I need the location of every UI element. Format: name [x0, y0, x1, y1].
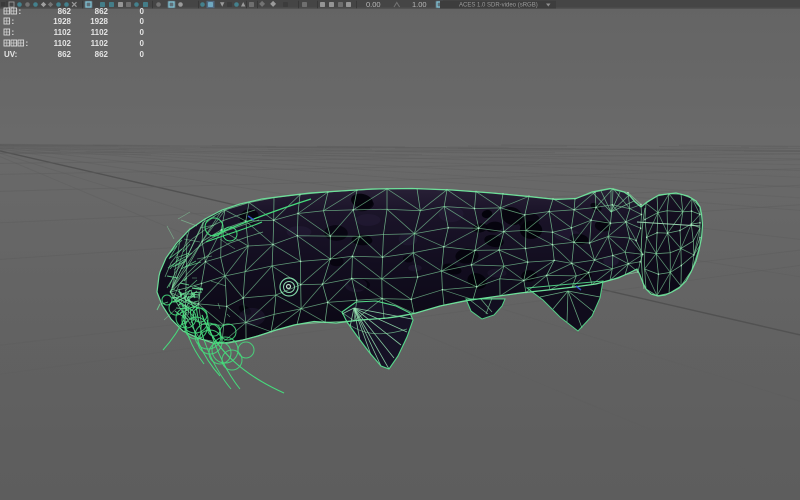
svg-text:862: 862 — [58, 7, 72, 16]
svg-text:0: 0 — [140, 17, 145, 26]
svg-text:862: 862 — [58, 50, 72, 59]
svg-text:1102: 1102 — [54, 28, 72, 37]
svg-text:0.00: 0.00 — [366, 0, 381, 9]
svg-text::: : — [19, 7, 22, 16]
svg-text:1102: 1102 — [91, 39, 109, 48]
svg-text:0: 0 — [140, 50, 145, 59]
svg-text:1928: 1928 — [90, 17, 108, 26]
svg-text:1.00: 1.00 — [412, 0, 427, 9]
svg-text:1102: 1102 — [54, 39, 72, 48]
svg-text:UV:: UV: — [4, 50, 17, 59]
svg-text:0: 0 — [140, 28, 145, 37]
svg-text::: : — [26, 39, 29, 48]
svg-text::: : — [12, 17, 15, 26]
svg-text:ACES 1.0 SDR-video (sRGB): ACES 1.0 SDR-video (sRGB) — [459, 3, 538, 9]
svg-text:862: 862 — [95, 50, 109, 59]
svg-text:0: 0 — [140, 7, 145, 16]
svg-text:1102: 1102 — [91, 28, 109, 37]
svg-text:862: 862 — [95, 7, 109, 16]
svg-text:0: 0 — [140, 39, 145, 48]
svg-text:1928: 1928 — [53, 17, 71, 26]
svg-text::: : — [12, 28, 15, 37]
